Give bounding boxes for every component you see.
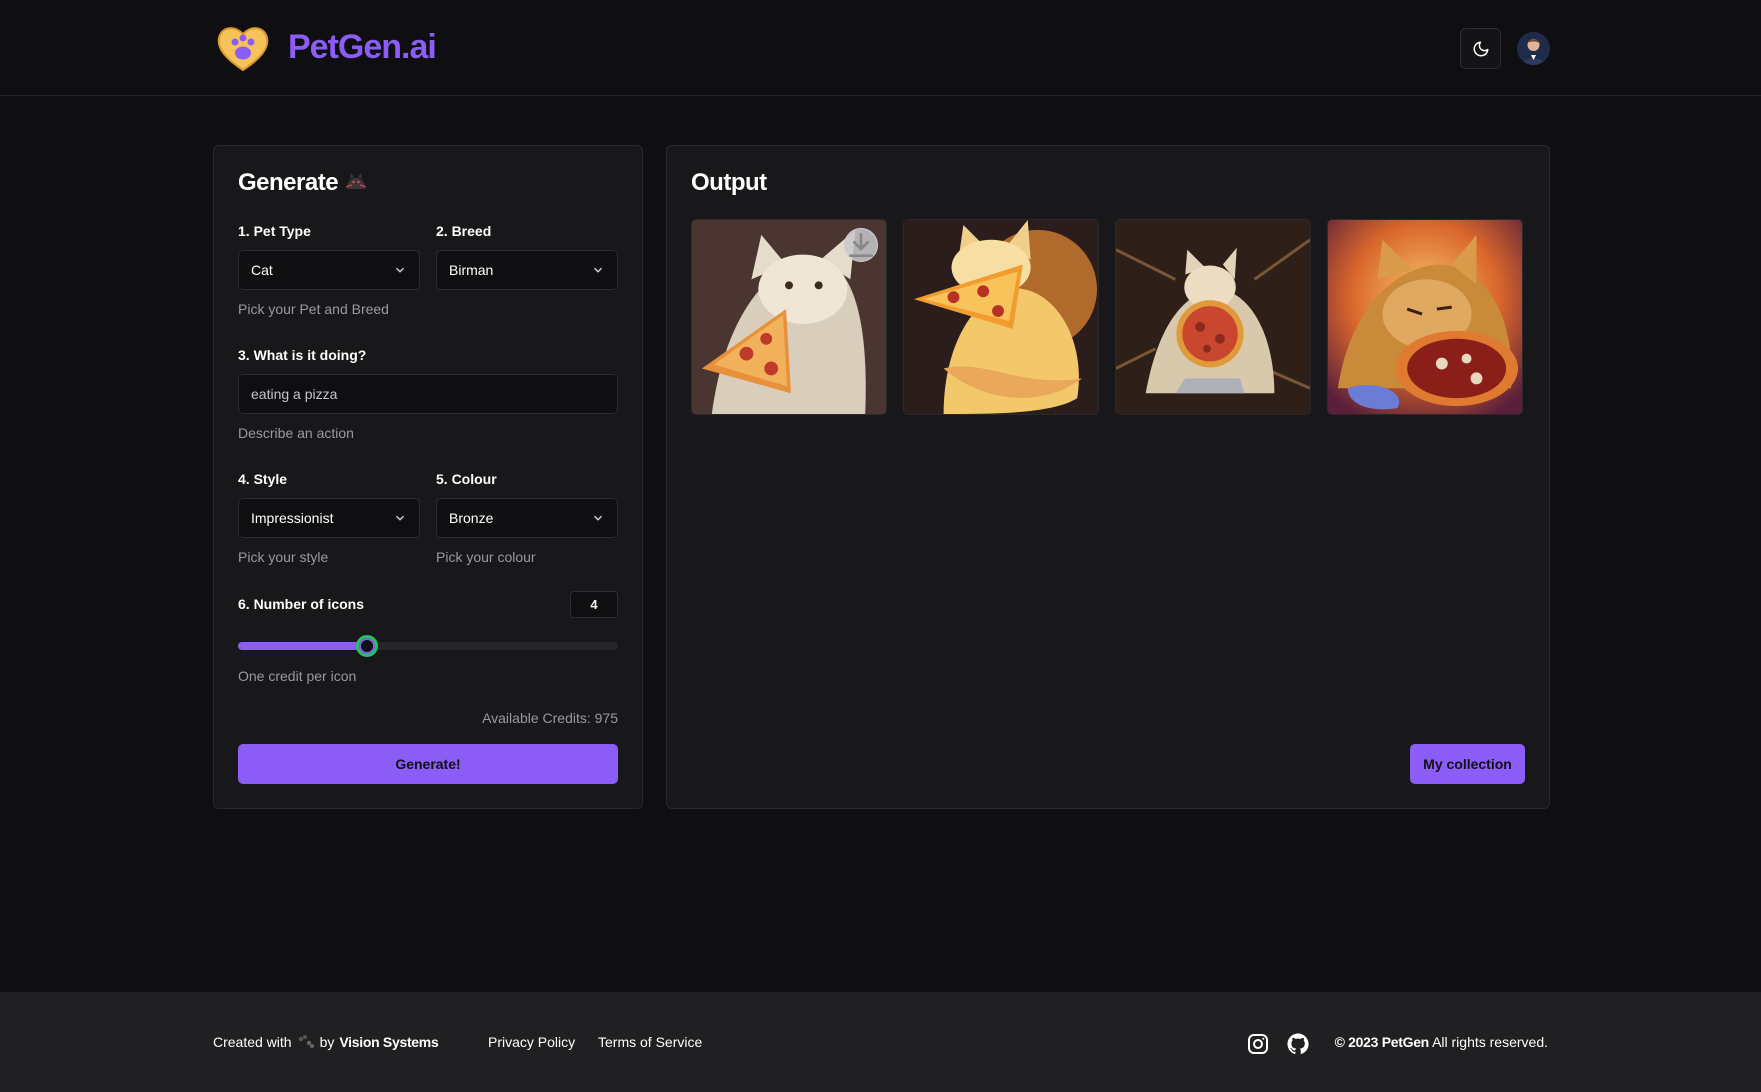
output-image-2[interactable] xyxy=(903,219,1099,415)
output-title: Output xyxy=(691,169,767,196)
chevron-down-icon xyxy=(395,515,405,521)
chevron-down-icon xyxy=(593,267,603,273)
chevron-down-icon xyxy=(395,267,405,273)
style-hint: Pick your style xyxy=(238,549,329,565)
privacy-policy-link[interactable]: Privacy Policy xyxy=(488,1034,575,1050)
top-header: PetGen.ai xyxy=(0,0,1761,96)
output-panel: Output My collection xyxy=(666,145,1550,809)
my-collection-button[interactable]: My collection xyxy=(1410,744,1525,784)
moon-icon xyxy=(1473,41,1488,56)
download-button[interactable] xyxy=(844,228,878,262)
copyright-notice: © 2023 PetGen All rights reserved. xyxy=(1335,1034,1548,1050)
terms-of-service-link[interactable]: Terms of Service xyxy=(598,1034,702,1050)
action-input[interactable] xyxy=(238,374,618,414)
output-image-3[interactable] xyxy=(1115,219,1311,415)
heart-paw-icon[interactable] xyxy=(215,24,271,72)
colour-value: Bronze xyxy=(449,510,494,526)
style-value: Impressionist xyxy=(251,510,334,526)
brand-name[interactable]: PetGen.ai xyxy=(288,26,437,68)
icon-count-label: 6. Number of icons xyxy=(238,596,365,612)
pet-type-label: 1. Pet Type xyxy=(238,223,311,239)
colour-hint: Pick your colour xyxy=(436,549,536,565)
pet-type-value: Cat xyxy=(251,262,273,278)
icon-count-value[interactable]: 4 xyxy=(570,591,618,618)
created-prefix: Created with xyxy=(213,1034,292,1050)
cat-pizza-image xyxy=(1116,220,1310,414)
style-select[interactable]: Impressionist xyxy=(238,498,420,538)
output-image-4[interactable] xyxy=(1327,219,1523,415)
colour-select[interactable]: Bronze xyxy=(436,498,618,538)
breed-value: Birman xyxy=(449,262,494,278)
output-image-1[interactable] xyxy=(691,219,887,415)
action-hint: Describe an action xyxy=(238,425,354,441)
cat-pizza-image xyxy=(904,220,1098,414)
instagram-icon[interactable] xyxy=(1246,1032,1270,1056)
copyright-rest: All rights reserved. xyxy=(1432,1034,1548,1050)
generate-panel: Generate 1. Pet Type Cat 2. Breed Birman… xyxy=(213,145,643,809)
generate-button[interactable]: Generate! xyxy=(238,744,618,784)
site-footer: Created with by Vision Systems Privacy P… xyxy=(0,992,1761,1092)
created-with-credit: Created with by Vision Systems xyxy=(213,1034,439,1050)
paw-prints-icon xyxy=(298,1035,314,1048)
icon-count-hint: One credit per icon xyxy=(238,668,357,684)
cat-emoji-icon xyxy=(345,173,367,189)
icon-count-slider[interactable] xyxy=(238,635,618,657)
copyright-brand: © 2023 PetGen xyxy=(1334,1034,1430,1050)
slider-fill xyxy=(238,642,368,650)
user-avatar[interactable] xyxy=(1517,32,1550,65)
available-credits: Available Credits: 975 xyxy=(482,710,618,726)
slider-thumb[interactable] xyxy=(356,635,379,657)
breed-select[interactable]: Birman xyxy=(436,250,618,290)
pet-type-select[interactable]: Cat xyxy=(238,250,420,290)
chevron-down-icon xyxy=(593,515,603,521)
company-name[interactable]: Vision Systems xyxy=(339,1034,438,1050)
created-by: by xyxy=(319,1034,335,1050)
pet-breed-hint: Pick your Pet and Breed xyxy=(238,301,389,317)
generate-title: Generate xyxy=(238,167,368,199)
theme-toggle-button[interactable] xyxy=(1460,28,1501,69)
breed-label: 2. Breed xyxy=(436,223,492,239)
download-icon xyxy=(849,233,873,257)
action-label: 3. What is it doing? xyxy=(238,347,367,363)
style-label: 4. Style xyxy=(238,471,288,487)
colour-label: 5. Colour xyxy=(436,471,497,487)
github-icon[interactable] xyxy=(1286,1032,1310,1056)
cat-pizza-image xyxy=(1328,220,1522,414)
